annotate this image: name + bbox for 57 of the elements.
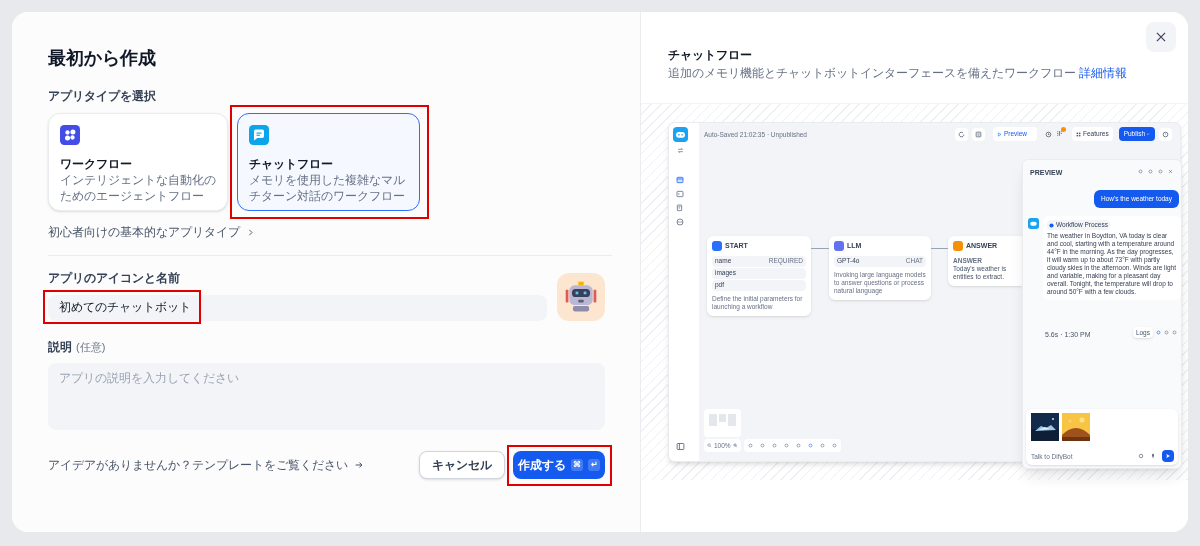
field-label: アプリのアイコンと名前 — [48, 270, 181, 287]
document-icon[interactable] — [676, 204, 684, 212]
card-title: ワークフロー — [60, 157, 133, 172]
dialog-title: 最初から作成 — [48, 47, 157, 70]
connector-line — [811, 248, 829, 249]
card-description: メモリを使用した複雑なマルチターン対話のワークフロー — [249, 172, 406, 204]
globe-icon[interactable] — [676, 218, 684, 226]
panel-toggle-icon[interactable] — [676, 442, 685, 451]
field-label: 説明 — [48, 338, 72, 356]
close-icon — [1154, 30, 1168, 44]
optional-hint: (任意) — [76, 339, 106, 355]
terminal-icon[interactable] — [676, 190, 684, 198]
cancel-button[interactable]: キャンセル — [419, 450, 505, 479]
chat-bubble-icon — [249, 125, 269, 145]
timer-icon[interactable] — [1045, 130, 1052, 138]
list-icon — [974, 130, 982, 138]
send-button[interactable] — [1162, 450, 1174, 462]
create-button[interactable]: 作成する ⌘ ↵ — [513, 450, 605, 479]
app-name-field[interactable]: 初めてのチャットボット — [48, 294, 547, 321]
shortcut-key: ⌘ — [571, 458, 583, 471]
preview-title: チャットフロー — [668, 47, 753, 63]
bot-icon[interactable] — [673, 127, 688, 142]
play-icon — [996, 131, 1002, 137]
section-label: アプリタイプを選択 — [48, 88, 157, 105]
card-title: チャットフロー — [249, 157, 334, 172]
workflow-icon — [60, 125, 80, 145]
app-type-card[interactable]: ワークフロー インテリジェントな自動化のためのエージェントフロー — [48, 113, 228, 211]
node-icon — [834, 241, 844, 252]
description-field[interactable]: アプリの説明を入力してください — [48, 362, 605, 430]
shortcut-key: ↵ — [588, 458, 600, 471]
toolbar-button[interactable] — [954, 127, 968, 141]
bot-icon — [1028, 218, 1039, 229]
grid-icon — [1076, 131, 1081, 137]
zoom-in-icon[interactable] — [732, 443, 738, 448]
learn-more-link[interactable]: 詳細情報 — [1079, 66, 1128, 80]
app-type-card[interactable]: チャットフロー メモリを使用した複雑なマルチターン対話のワークフロー — [237, 113, 420, 211]
send-icon — [1165, 453, 1171, 459]
toolbar-button[interactable] — [971, 127, 985, 141]
app-icon-button[interactable] — [557, 272, 605, 321]
arrow-right-icon — [354, 459, 364, 470]
connector-line — [931, 248, 948, 249]
beginner-link[interactable]: 初心者向けの基本的なアプリタイプ — [48, 223, 255, 241]
node-icon — [712, 241, 722, 252]
toolbar-button[interactable] — [1159, 127, 1172, 141]
zoom-out-icon[interactable] — [707, 443, 712, 448]
chevron-right-icon — [246, 227, 255, 237]
minimap — [704, 409, 741, 437]
checklist-icon[interactable] — [1056, 130, 1063, 137]
close-button[interactable] — [1146, 22, 1176, 52]
check-circle-icon — [1049, 222, 1054, 228]
card-description: インテリジェントな自動化のためのエージェントフロー — [60, 172, 216, 204]
close-icon[interactable] — [1168, 169, 1173, 174]
chevron-down-icon — [1146, 132, 1150, 136]
node-icon — [953, 241, 963, 252]
preview-description: 追加のメモリ機能とチャットボットインターフェースを備えたワークフロー 詳細情報 — [668, 65, 1129, 81]
template-link[interactable]: アイデアがありませんか？テンプレートをご覧ください — [48, 455, 364, 474]
window-icon[interactable] — [676, 176, 684, 184]
